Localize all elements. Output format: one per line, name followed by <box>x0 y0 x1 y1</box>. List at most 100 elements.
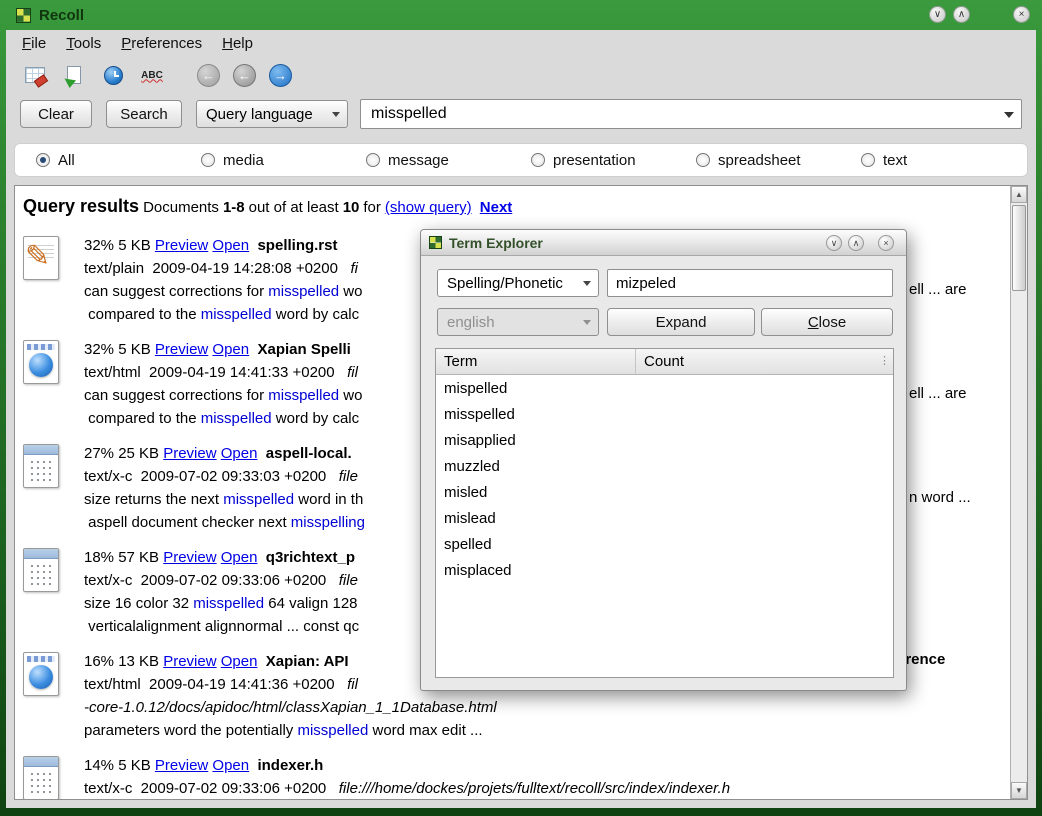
query-dropdown-icon[interactable] <box>997 106 1021 123</box>
menu-item-tools[interactable]: Tools <box>56 33 111 54</box>
scroll-down-icon[interactable]: ▼ <box>1011 782 1027 799</box>
term-row[interactable]: mislead <box>436 505 893 531</box>
show-query-link[interactable]: (show query) <box>385 199 472 216</box>
filter-text[interactable]: text <box>861 152 1026 169</box>
result-row: 14% 5 KB Preview Open indexer.htext/x-c … <box>23 754 1010 799</box>
menu-item-preferences[interactable]: Preferences <box>111 33 212 54</box>
count-column-header[interactable]: Count <box>636 349 893 374</box>
next-link[interactable]: Next <box>480 199 513 216</box>
term-explorer-titlebar[interactable]: Term Explorer ∨ ∧ × <box>421 230 906 256</box>
term-row[interactable]: misplaced <box>436 557 893 583</box>
open-link[interactable]: Open <box>212 237 249 254</box>
term-row[interactable]: spelled <box>436 531 893 557</box>
term-table: Term Count ⋮ mispelledmisspelled misappli… <box>435 348 894 678</box>
result-abstract-line: compared to the misspelled word by calc <box>84 303 362 326</box>
radio-icon[interactable] <box>201 153 215 167</box>
category-filter-row: Allmediamessagepresentationspreadsheette… <box>14 143 1028 177</box>
preview-link[interactable]: Preview <box>163 549 216 566</box>
term-row[interactable]: muzzled <box>436 453 893 479</box>
filter-all[interactable]: All <box>36 152 201 169</box>
shade-icon[interactable]: ∨ <box>929 6 946 23</box>
text-doc-icon[interactable] <box>23 236 59 280</box>
result-title: Xapian: API <box>266 653 353 670</box>
preview-link[interactable]: Preview <box>155 341 208 358</box>
result-abstract-line: size 16 color 32 misspelled 64 valign 12… <box>84 592 359 615</box>
result-meta: 14% 5 KB <box>84 757 155 774</box>
term-query-input[interactable] <box>607 269 893 297</box>
erase-search-icon[interactable] <box>22 62 48 88</box>
result-url: file <box>339 468 358 485</box>
term-row[interactable]: misled <box>436 479 893 505</box>
radio-icon[interactable] <box>696 153 710 167</box>
save-search-icon[interactable] <box>61 62 87 88</box>
menu-item-help[interactable]: Help <box>212 33 263 54</box>
source-doc-icon[interactable] <box>23 548 59 592</box>
result-abstract-line: size returns the next misspelled word in… <box>84 488 365 511</box>
query-language-select[interactable]: Query language <box>196 100 348 128</box>
filter-media[interactable]: media <box>201 152 366 169</box>
prev-page-icon[interactable]: ← <box>233 64 256 87</box>
term-close-button[interactable]: Close <box>761 308 893 336</box>
results-scrollbar[interactable]: ▲ ▼ <box>1010 186 1027 799</box>
radio-icon[interactable] <box>366 153 380 167</box>
open-link[interactable]: Open <box>221 653 258 670</box>
html-doc-icon[interactable] <box>23 652 59 696</box>
filter-presentation[interactable]: presentation <box>531 152 696 169</box>
result-url: fi <box>350 260 358 277</box>
dialog-close-icon[interactable]: × <box>878 235 894 251</box>
dialog-unshade-icon[interactable]: ∧ <box>848 235 864 251</box>
unshade-icon[interactable]: ∧ <box>953 6 970 23</box>
open-link[interactable]: Open <box>221 549 258 566</box>
term-language-select: english <box>437 308 599 336</box>
preview-link[interactable]: Preview <box>155 237 208 254</box>
query-input[interactable] <box>361 105 997 123</box>
term-explorer-dialog: Term Explorer ∨ ∧ × Spelling/Phonetic en… <box>420 229 907 691</box>
radio-icon[interactable] <box>861 153 875 167</box>
scrollbar-thumb[interactable] <box>1012 205 1026 291</box>
term-cell: misapplied <box>436 432 636 449</box>
preview-link[interactable]: Preview <box>163 653 216 670</box>
term-language-value: english <box>447 314 495 331</box>
result-range: 1-8 <box>223 199 245 216</box>
term-cell: misled <box>436 484 636 501</box>
term-explorer-title: Term Explorer <box>449 235 543 251</box>
radio-icon[interactable] <box>531 153 545 167</box>
source-doc-icon[interactable] <box>23 756 59 799</box>
next-page-icon[interactable]: → <box>269 64 292 87</box>
expand-button[interactable]: Expand <box>607 308 755 336</box>
scroll-up-icon[interactable]: ▲ <box>1011 186 1027 203</box>
close-icon[interactable]: × <box>1013 6 1030 23</box>
term-row[interactable]: mispelled <box>436 375 893 401</box>
header-menu-icon[interactable]: ⋮ <box>879 354 890 367</box>
term-column-header[interactable]: Term <box>436 349 636 374</box>
term-table-header[interactable]: Term Count ⋮ <box>436 349 893 375</box>
history-icon[interactable] <box>100 62 126 88</box>
radio-icon[interactable] <box>36 153 50 167</box>
result-url: fil <box>347 364 358 381</box>
clear-button[interactable]: Clear <box>20 100 92 128</box>
menu-item-file[interactable]: File <box>12 33 56 54</box>
go-back-icon[interactable]: ← <box>197 64 220 87</box>
result-mime-date: text/x-c 2009-07-02 09:33:03 +0200 <box>84 468 339 485</box>
open-link[interactable]: Open <box>212 757 249 774</box>
term-row[interactable]: misapplied <box>436 427 893 453</box>
term-mode-select[interactable]: Spelling/Phonetic <box>437 269 599 297</box>
preview-link[interactable]: Preview <box>155 757 208 774</box>
result-url: fil <box>347 676 358 693</box>
html-doc-icon[interactable] <box>23 340 59 384</box>
search-button[interactable]: Search <box>106 100 182 128</box>
open-link[interactable]: Open <box>212 341 249 358</box>
spellcheck-icon[interactable]: ABC <box>139 62 165 88</box>
preview-link[interactable]: Preview <box>163 445 216 462</box>
filter-spreadsheet[interactable]: spreadsheet <box>696 152 861 169</box>
source-doc-icon[interactable] <box>23 444 59 488</box>
filter-message[interactable]: message <box>366 152 531 169</box>
query-language-label: Query language <box>206 106 313 123</box>
query-combo[interactable] <box>360 99 1022 129</box>
term-row[interactable]: misspelled <box>436 401 893 427</box>
open-link[interactable]: Open <box>221 445 258 462</box>
result-meta: 27% 25 KB <box>84 445 163 462</box>
titlebar: Recoll ∨ ∧ × <box>0 0 1042 30</box>
result-abstract-line: can suggest corrections for misspelled w… <box>84 384 362 407</box>
dialog-shade-icon[interactable]: ∨ <box>826 235 842 251</box>
